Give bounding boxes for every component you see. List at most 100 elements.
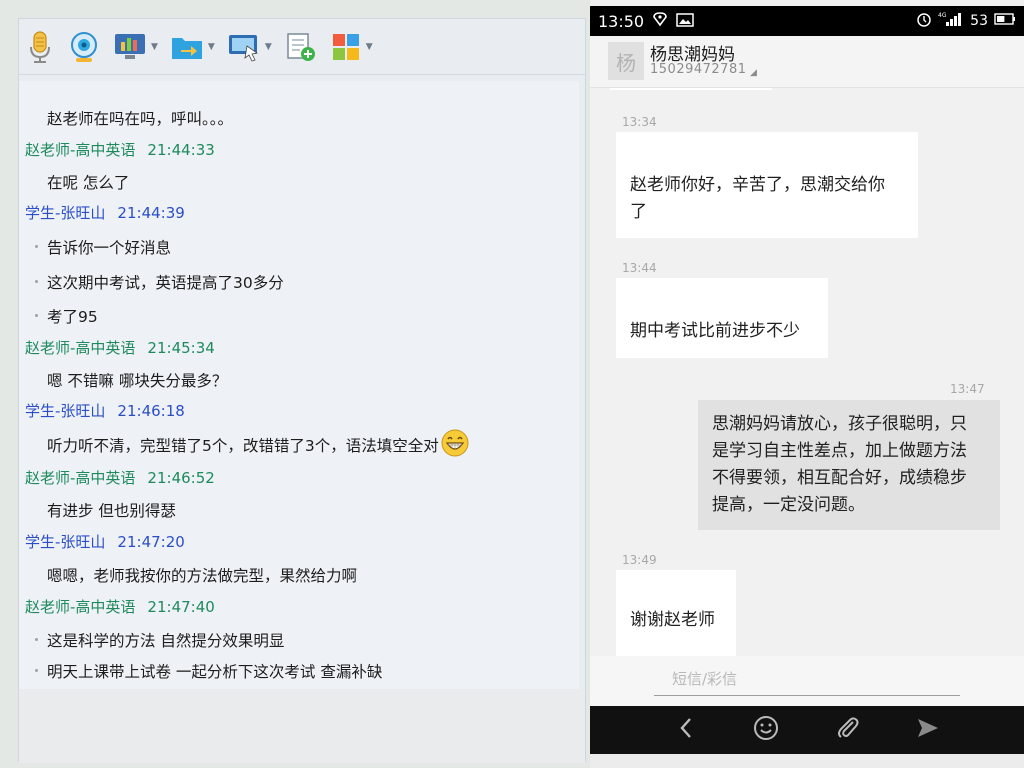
message-text: 告诉你一个好消息 [34, 236, 171, 258]
notification-icon [652, 11, 668, 31]
message-text: 明天上课带上试卷 一起分析下这次考试 查漏补缺 [34, 660, 382, 682]
remote-desktop-button[interactable]: ▼ [227, 27, 272, 67]
message-time: 21:47:40 [147, 598, 215, 616]
back-icon [678, 716, 694, 744]
message-bubble[interactable]: 期中考试比前进步不少 [616, 278, 828, 358]
attach-button[interactable] [834, 716, 862, 744]
message-text: 有进步 但也别得瑟 [47, 502, 176, 520]
message-line: 思潮妈妈请放心，孩子很聪明，只 [712, 414, 967, 434]
message-time: 21:46:52 [147, 469, 215, 487]
message-bubble[interactable]: 赵老师你好，辛苦了，思潮交给你 了 [616, 132, 918, 238]
screen-share-button[interactable]: ▼ [113, 27, 158, 67]
sender-name: 赵老师-高中英语 [25, 469, 136, 487]
chat-input-area[interactable] [19, 689, 585, 763]
message-line: 听力听不清，完型错了5个，改错错了3个，语法填空全对 [47, 429, 469, 457]
grin-emoji-icon [441, 429, 469, 457]
video-call-button[interactable] [67, 27, 101, 67]
message-text: 听力听不清，完型错了5个，改错错了3个，语法填空全对 [47, 437, 439, 455]
message-text: 赵老师在吗在吗，呼叫。。。 [47, 110, 234, 128]
message-text: 嗯嗯，老师我按你的方法做完型，果然给力啊 [47, 567, 358, 585]
message-timestamp: 13:44 [622, 261, 657, 275]
back-button[interactable] [672, 716, 700, 744]
message-header: 赵老师-高中英语 21:45:34 [25, 337, 215, 358]
chevron-down-icon[interactable]: ▼ [265, 42, 272, 52]
signal-icon: 4G [938, 11, 964, 31]
contact-header[interactable]: 杨 杨思潮妈妈 15029472781 ◢ [590, 36, 1024, 88]
contact-number: 15029472781 [650, 62, 747, 77]
sender-name: 赵老师-高中英语 [25, 598, 136, 616]
message-text: 嗯 不错嘛 哪块失分最多？ [47, 372, 228, 390]
emoji-icon [753, 715, 779, 745]
chat-toolbar: ▼ ▼ ▼ ▼ [19, 19, 585, 75]
chat-window: ▼ ▼ ▼ ▼ 赵老师在吗在吗，呼叫。。。 赵老师-高中英语 21:44:33 … [18, 18, 586, 763]
apps-grid-icon [330, 31, 362, 63]
message-time: 21:45:34 [147, 339, 215, 357]
emoji-button[interactable] [752, 716, 780, 744]
phone-bottom-edge [590, 754, 1024, 768]
webcam-icon [67, 30, 101, 64]
message-time: 21:44:33 [147, 141, 215, 159]
battery-icon [994, 13, 1016, 29]
send-icon [915, 716, 941, 744]
send-button[interactable] [914, 716, 942, 744]
chevron-down-icon[interactable]: ▼ [208, 42, 215, 52]
chevron-down-icon[interactable]: ▼ [151, 42, 158, 52]
message-thread: 13:34 赵老师你好，辛苦了，思潮交给你 了 13:44 期中考试比前进步不少… [590, 88, 1024, 656]
status-bar: 13:50 4G 53 [590, 6, 1024, 36]
message-line: 谢谢赵老师 [630, 610, 715, 630]
apps-button[interactable]: ▼ [330, 27, 373, 67]
message-line: 提高，一定没问题。 [712, 495, 865, 515]
chevron-down-icon[interactable]: ▼ [366, 42, 373, 52]
nav-bar [590, 706, 1024, 754]
message-line: 期中考试比前进步不少 [630, 321, 800, 341]
sender-name: 学生-张旺山 [25, 402, 106, 420]
message-edit-button[interactable] [284, 27, 318, 67]
message-edit-icon [284, 31, 318, 63]
corner-triangle-icon: ◢ [750, 68, 757, 78]
message-header: 学生-张旺山 21:47:20 [25, 531, 185, 552]
message-timestamp: 13:47 [950, 382, 985, 396]
message-header: 赵老师-高中英语 21:44:33 [25, 139, 215, 160]
message-time: 21:47:20 [117, 533, 185, 551]
avatar[interactable]: 杨 [608, 42, 644, 80]
screen-share-icon [113, 32, 147, 62]
sender-name: 学生-张旺山 [25, 204, 106, 222]
message-text: 在呢 怎么了 [47, 174, 130, 192]
voice-call-button[interactable] [25, 27, 55, 67]
image-icon [676, 12, 694, 31]
attach-icon [835, 715, 861, 745]
file-transfer-button[interactable]: ▼ [170, 27, 215, 67]
message-bubble[interactable]: 思潮妈妈请放心，孩子很聪明，只 是学习自主性差点，加上做题方法 不得要领，相互配… [698, 400, 1000, 530]
message-bubble-partial [610, 88, 772, 90]
sender-name: 赵老师-高中英语 [25, 339, 136, 357]
file-transfer-icon [170, 32, 204, 62]
phone-screen: 13:50 4G 53 杨 杨思潮妈妈 15029472781 ◢ 13:34 … [590, 0, 1024, 768]
chat-log: 赵老师在吗在吗，呼叫。。。 赵老师-高中英语 21:44:33 在呢 怎么了 学生… [19, 81, 579, 689]
message-text: 这是科学的方法 自然提分效果明显 [34, 629, 284, 651]
message-header: 赵老师-高中英语 21:46:52 [25, 467, 215, 488]
sender-name: 学生-张旺山 [25, 533, 106, 551]
message-bubble[interactable]: 谢谢赵老师 [616, 570, 736, 656]
message-timestamp: 13:34 [622, 115, 657, 129]
message-header: 学生-张旺山 21:44:39 [25, 202, 185, 223]
battery-level: 53 [970, 13, 988, 29]
alarm-icon [916, 11, 932, 31]
status-time: 13:50 [598, 11, 645, 31]
message-time: 21:44:39 [117, 204, 185, 222]
message-text: 这次期中考试，英语提高了30多分 [35, 271, 284, 293]
message-header: 赵老师-高中英语 21:47:40 [25, 596, 215, 617]
message-text: 考了95 [35, 305, 98, 327]
message-timestamp: 13:49 [622, 553, 657, 567]
sms-input[interactable] [654, 662, 960, 696]
network-label: 4G [938, 12, 947, 19]
message-line: 了 [630, 202, 647, 222]
compose-area [590, 656, 1024, 706]
message-line: 是学习自主性差点，加上做题方法 [712, 441, 967, 461]
message-line: 不得要领，相互配合好，成绩稳步 [712, 468, 967, 488]
message-time: 21:46:18 [117, 402, 185, 420]
sender-name: 赵老师-高中英语 [25, 141, 136, 159]
message-line: 赵老师你好，辛苦了，思潮交给你 [630, 175, 885, 195]
microphone-icon [25, 30, 55, 64]
message-header: 学生-张旺山 21:46:18 [25, 400, 185, 421]
remote-desktop-icon [227, 32, 261, 62]
